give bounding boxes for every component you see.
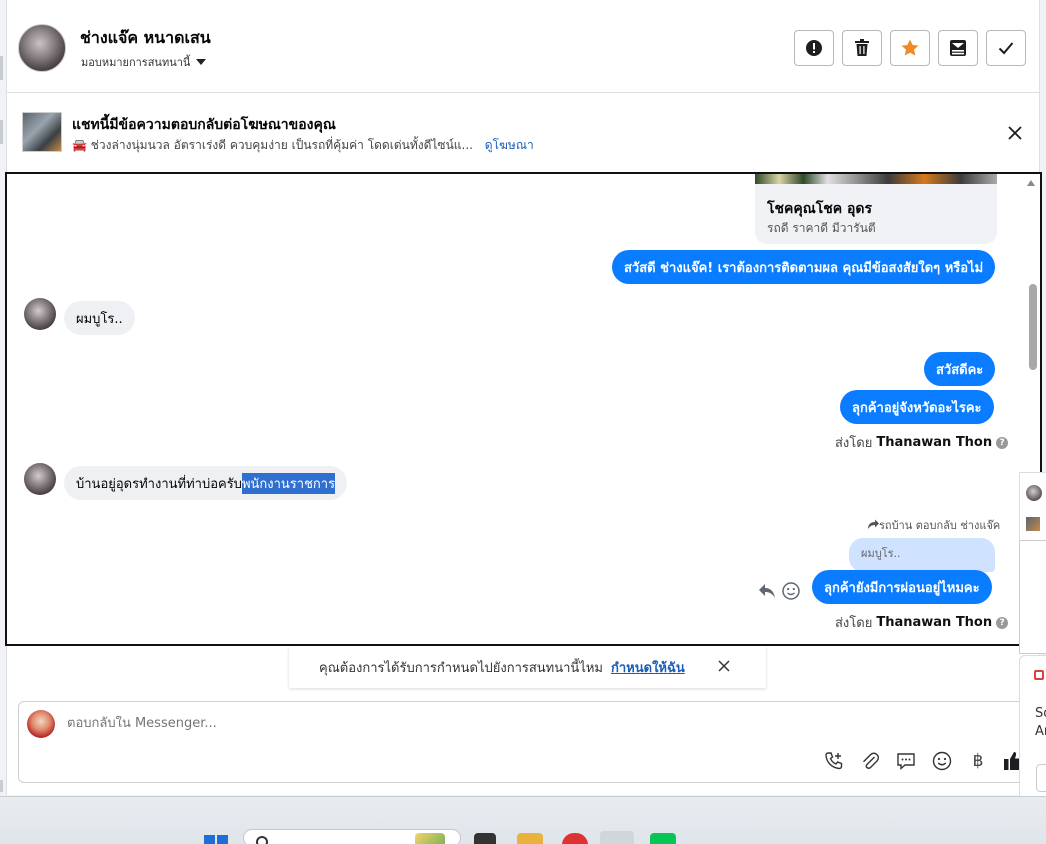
reply-arrow-icon	[868, 519, 879, 529]
chat-head-avatar[interactable]	[1026, 485, 1042, 501]
delete-button[interactable]	[842, 30, 882, 66]
star-button[interactable]	[890, 30, 930, 66]
contact-name[interactable]: ช่างแจ๊ค หนาดเสน	[80, 26, 211, 51]
chrome-icon[interactable]	[562, 833, 588, 844]
phone-plus-icon	[825, 752, 843, 770]
notification-icon	[1034, 670, 1044, 680]
file-explorer-icon[interactable]	[517, 833, 543, 844]
outgoing-message[interactable]: สวัสดีคะ	[924, 352, 996, 386]
paperclip-icon	[863, 752, 880, 769]
line-app-icon[interactable]	[650, 833, 676, 844]
sent-by-line: ส่งโดย Thanawan Thon ?	[835, 432, 1009, 453]
outgoing-message[interactable]: สวัสดี ช่างแจ๊ค! เราต้องการติดตามผล คุณม…	[612, 250, 996, 284]
spam-button[interactable]	[794, 30, 834, 66]
saved-replies-button[interactable]	[895, 750, 917, 772]
assign-label: มอบหมายการสนทนานี้	[81, 56, 191, 69]
assign-to-me-link[interactable]: กำหนดให้ฉัน	[611, 657, 685, 678]
page-avatar	[27, 710, 55, 738]
assign-prompt: คุณต้องการได้รับการกำหนดไปยังการสนทนานี้…	[289, 646, 766, 688]
selected-text: พนักงานราชการ	[241, 472, 336, 494]
ad-banner-title: แชทนี้มีข้อความตอบกลับต่อโฆษณาของคุณ	[72, 117, 336, 133]
conversation-header: ช่างแจ๊ค หนาดเสน มอบหมายการสนทนานี้	[18, 22, 1026, 78]
reply-input[interactable]	[67, 716, 767, 731]
widget-icon[interactable]	[415, 833, 445, 844]
ad-thumbnail[interactable]	[22, 112, 62, 152]
ad-preview-image	[755, 174, 997, 184]
chat-bubble-icon	[897, 753, 915, 771]
reply-context: รถบ้าน ตอบกลับ ช่างแจ๊ค	[867, 516, 1000, 534]
archive-button[interactable]	[938, 30, 978, 66]
search-icon	[256, 836, 268, 844]
left-edge-fragment	[0, 120, 3, 144]
left-edge-fragment	[0, 780, 3, 792]
taskbar-app-icon[interactable]	[474, 833, 496, 844]
side-panel-fragment	[1019, 540, 1046, 654]
call-add-button[interactable]	[823, 750, 845, 772]
smiley-icon	[932, 751, 952, 771]
star-icon	[901, 39, 919, 56]
reply-icon[interactable]	[758, 583, 776, 599]
reply-composer: ฿	[18, 701, 1028, 783]
scroll-up-arrow-icon[interactable]	[1027, 180, 1035, 186]
sender-name: Thanawan Thon	[876, 615, 993, 630]
emoji-button[interactable]	[931, 750, 953, 772]
assign-prompt-text: คุณต้องการได้รับการกำหนดไปยังการสนทนานี้…	[319, 660, 603, 676]
side-card-line1: So	[1035, 706, 1046, 721]
attach-button[interactable]	[859, 750, 881, 772]
payment-baht-icon[interactable]: ฿	[967, 750, 989, 772]
mail-archive-icon	[950, 40, 966, 56]
quoted-message[interactable]: ผมบูโร..	[849, 538, 995, 572]
ad-card-subtitle: รถดี ราคาดี มีวารันตี	[767, 221, 876, 235]
messenger-inbox-window: ช่างแจ๊ค หนาดเสน มอบหมายการสนทนานี้ แชทน…	[0, 0, 1046, 844]
reply-context-text: รถบ้าน ตอบกลับ ช่างแจ๊ค	[879, 519, 1001, 532]
sent-by-prefix: ส่งโดย	[835, 436, 873, 451]
ad-card-title: โชคคุณโชค อุดร	[767, 201, 873, 217]
sent-by-prefix: ส่งโดย	[835, 616, 873, 631]
chat-heads-popover	[1019, 472, 1046, 542]
sent-by-line: ส่งโดย Thanawan Thon ?	[835, 612, 1009, 633]
message-actions	[758, 582, 800, 600]
incoming-message[interactable]: ผมบูโร..	[64, 301, 135, 335]
contact-avatar[interactable]	[18, 24, 66, 72]
side-notification-card: So Ar	[1019, 655, 1046, 807]
caret-down-icon	[196, 59, 207, 65]
left-edge-fragment	[0, 56, 3, 80]
assign-dropdown[interactable]: มอบหมายการสนทนานี้	[81, 53, 207, 71]
checkmark-icon	[998, 42, 1014, 55]
incoming-message[interactable]: บ้านอยู่อุดรทำงานที่ท่าบ่อครับ พนักงานราช…	[64, 466, 348, 500]
ad-reply-banner: แชทนี้มีข้อความตอบกลับต่อโฆษณาของคุณ 🚘 ช…	[22, 112, 1022, 156]
message-text: บ้านอยู่อุดรทำงานที่ท่าบ่อครับ	[76, 476, 242, 492]
ad-preview-card[interactable]: โชคคุณโชค อุดร รถดี ราคาดี มีวารันตี	[755, 174, 997, 244]
close-icon	[718, 660, 730, 672]
outgoing-message[interactable]: ลุกค้าอยู่จังหวัดอะไรคะ	[840, 390, 994, 424]
help-icon[interactable]: ?	[996, 616, 1009, 629]
chat-head-thumbnail[interactable]	[1026, 517, 1040, 531]
windows-taskbar	[0, 796, 1046, 844]
edge-active-icon[interactable]	[600, 831, 634, 844]
mark-done-button[interactable]	[986, 30, 1026, 66]
trash-icon	[855, 39, 869, 56]
ad-banner-description: 🚘 ช่วงล่างนุ่มนวล อัตราเร่งดี ควบคุมง่าย…	[72, 136, 534, 155]
contact-avatar-small[interactable]	[24, 298, 56, 330]
scrollbar-thumb[interactable]	[1029, 284, 1037, 370]
react-emoji-icon[interactable]	[782, 582, 800, 600]
close-banner-button[interactable]	[1004, 122, 1026, 144]
header-divider	[6, 92, 1040, 93]
ad-description-text: 🚘 ช่วงล่างนุ่มนวล อัตราเร่งดี ควบคุมง่าย…	[72, 138, 473, 152]
help-icon[interactable]: ?	[996, 436, 1009, 449]
close-assign-prompt-button[interactable]	[716, 658, 732, 674]
message-thread[interactable]: โชคคุณโชค อุดร รถดี ราคาดี มีวารันตี สวั…	[5, 172, 1042, 646]
exclamation-icon	[806, 40, 822, 56]
contact-avatar-small[interactable]	[24, 463, 56, 495]
composer-toolbar: ฿	[823, 750, 1025, 772]
header-actions	[794, 30, 1026, 66]
windows-start-icon[interactable]	[204, 835, 228, 844]
sender-name: Thanawan Thon	[876, 435, 993, 450]
view-ad-link[interactable]: ดูโฆษณา	[485, 138, 534, 152]
side-card-button[interactable]	[1036, 764, 1046, 792]
outgoing-message[interactable]: ลุกค้ายังมีการผ่อนอยู่ไหมคะ	[812, 570, 992, 604]
close-icon	[1008, 126, 1022, 140]
side-card-line2: Ar	[1035, 724, 1046, 739]
